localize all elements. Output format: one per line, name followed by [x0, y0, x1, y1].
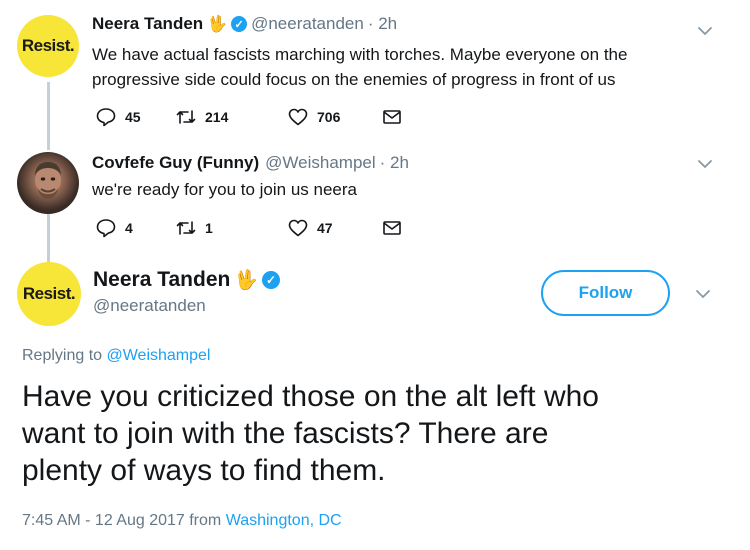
main-tweet-text-line: plenty of ways to find them. [22, 454, 386, 487]
author-name[interactable]: Neera Tanden [93, 268, 230, 292]
thread-line-1 [47, 82, 50, 150]
main-tweet-text: Have you criticized those on the alt lef… [22, 378, 722, 489]
author-handle[interactable]: @neeratanden [93, 296, 206, 316]
author-handle[interactable]: @neeratanden [251, 14, 364, 34]
chevron-down-icon[interactable] [696, 22, 714, 40]
main-tweet-header: Neera Tanden 🖖 ✓ [93, 268, 280, 292]
avatar-text: Resist. [22, 284, 76, 303]
profile-photo-icon [35, 162, 61, 199]
heart-icon [288, 108, 308, 126]
reply-button[interactable]: 4 [95, 217, 175, 239]
reply-button[interactable]: 45 [95, 106, 175, 128]
author-name[interactable]: Neera Tanden [92, 14, 203, 34]
retweet-icon [176, 221, 196, 235]
reply-icon [96, 219, 116, 238]
author-name[interactable]: Covfefe Guy (Funny) [92, 153, 259, 173]
like-button[interactable]: 47 [287, 217, 381, 239]
author-handle[interactable]: @Weishampel [265, 153, 375, 173]
tweet-1-header: Neera Tanden 🖖 ✓ @neeratanden · 2h [92, 14, 397, 34]
location-link[interactable]: Washington, DC [226, 512, 342, 529]
retweet-icon [176, 110, 196, 124]
retweet-button[interactable]: 1 [175, 217, 287, 239]
direct-message-button[interactable] [381, 217, 403, 239]
replying-to-handle[interactable]: @Weishampel [107, 347, 211, 364]
like-count: 47 [317, 220, 333, 236]
timestamp-text[interactable]: 7:45 AM - 12 Aug 2017 from [22, 512, 226, 529]
main-tweet-text-line: Have you criticized those on the alt lef… [22, 380, 599, 413]
avatar-text: Resist. [21, 36, 75, 55]
verified-icon: ✓ [262, 271, 280, 289]
main-tweet-text-line: want to join with the fascists? There ar… [22, 417, 549, 450]
tweet-1-actions: 45 214 706 [95, 106, 403, 128]
reply-count: 4 [125, 220, 133, 236]
chevron-down-icon[interactable] [696, 155, 714, 173]
retweet-button[interactable]: 214 [175, 106, 287, 128]
avatar[interactable]: Resist. [17, 15, 79, 77]
direct-message-button[interactable] [381, 106, 403, 128]
follow-button[interactable]: Follow [541, 270, 670, 316]
thread-line-2 [47, 214, 50, 262]
tweet-2-actions: 4 1 47 [95, 217, 403, 239]
retweet-count: 214 [205, 109, 229, 125]
replying-to-label: Replying to [22, 347, 107, 364]
like-button[interactable]: 706 [287, 106, 381, 128]
reply-icon [96, 108, 116, 127]
tweet-text: we're ready for you to join us neera [92, 180, 358, 199]
like-count: 706 [317, 109, 341, 125]
avatar[interactable] [17, 152, 79, 214]
tweet-time[interactable]: · 2h [368, 14, 397, 34]
heart-icon [288, 219, 308, 237]
retweet-count: 1 [205, 220, 213, 236]
vulcan-salute-emoji: 🖖 [207, 16, 228, 33]
vulcan-salute-emoji: 🖖 [234, 270, 258, 291]
tweet-timestamp: 7:45 AM - 12 Aug 2017 from Washington, D… [22, 512, 342, 530]
reply-count: 45 [125, 109, 141, 125]
chevron-down-icon[interactable] [694, 285, 712, 303]
tweet-2-header: Covfefe Guy (Funny) @Weishampel · 2h [92, 153, 409, 173]
envelope-icon [383, 221, 401, 235]
verified-icon: ✓ [231, 16, 248, 32]
tweet-text: We have actual fascists marching with to… [92, 42, 627, 92]
envelope-icon [383, 110, 401, 124]
replying-to: Replying to @Weishampel [22, 347, 210, 365]
tweet-time[interactable]: · 2h [380, 153, 409, 173]
tweet-text-line: progressive side could focus on the enem… [92, 70, 616, 89]
avatar[interactable]: Resist. [17, 262, 81, 326]
tweet-text-line: We have actual fascists marching with to… [92, 45, 628, 64]
